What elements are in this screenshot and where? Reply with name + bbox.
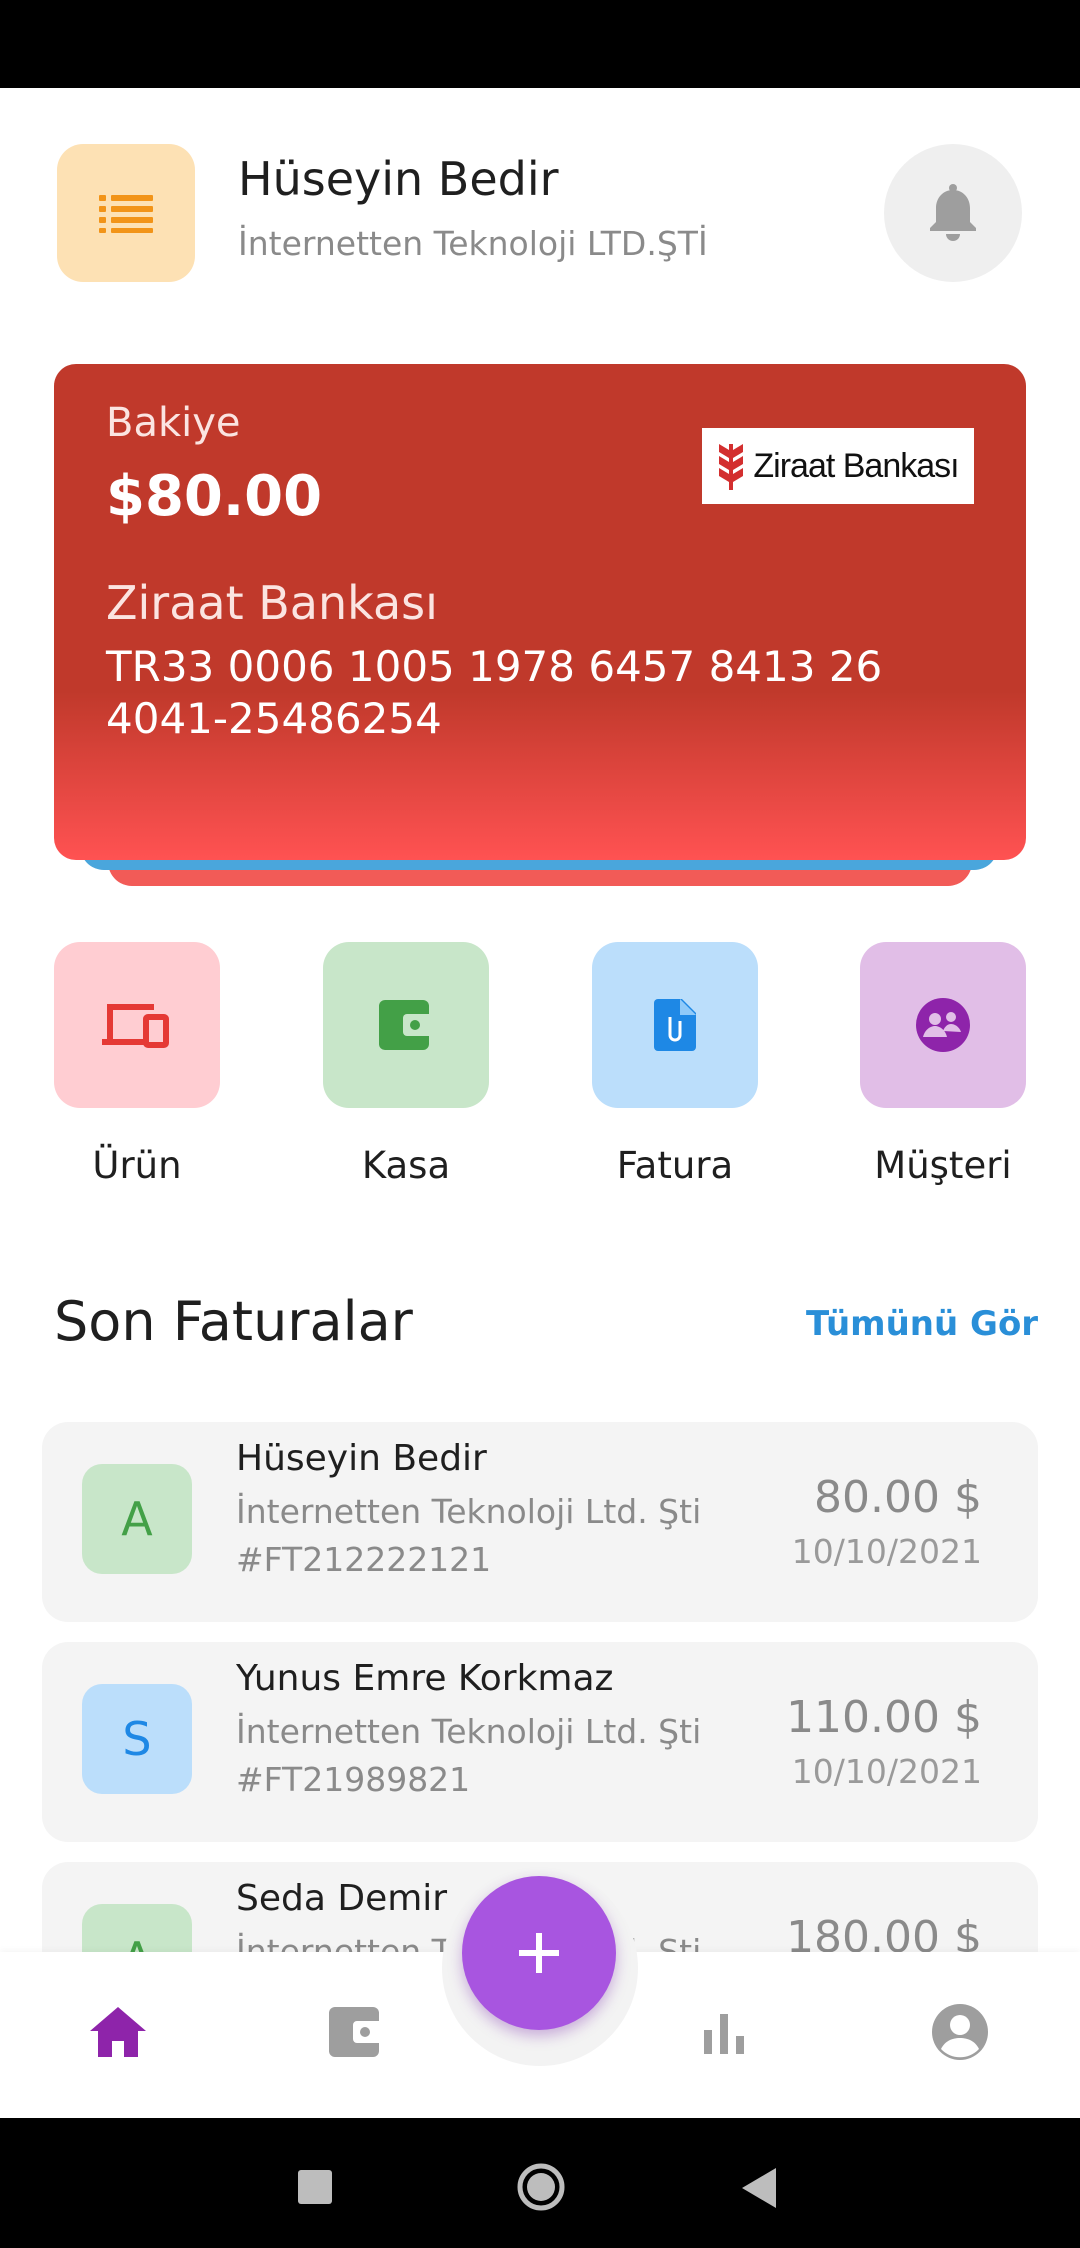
bank-logo: Ziraat Bankası [702, 428, 974, 504]
menu-button[interactable] [57, 144, 195, 282]
company-name: İnternetten Teknoloji LTD.ŞTİ [238, 224, 708, 263]
see-all-link[interactable]: Tümünü Gör [806, 1304, 1038, 1344]
section-title: Son Faturalar [54, 1290, 413, 1353]
balance-amount: $80.00 [106, 464, 323, 529]
invoice-company: İnternetten Teknoloji Ltd. Şti [236, 1492, 702, 1531]
status-bar [0, 0, 1080, 88]
balance-label: Bakiye [106, 400, 241, 446]
system-nav-bar [0, 2118, 1080, 2248]
invoice-row[interactable]: A Hüseyin Bedir İnternetten Teknoloji Lt… [42, 1422, 1038, 1622]
bar-chart-icon [704, 2014, 744, 2054]
add-button[interactable] [462, 1876, 616, 2030]
invoice-customer: Yunus Emre Korkmaz [236, 1658, 614, 1699]
bank-name: Ziraat Bankası [106, 576, 438, 630]
invoice-customer: Hüseyin Bedir [236, 1438, 487, 1479]
invoice-date: 10/10/2021 [791, 1532, 982, 1571]
invoice-amount: 80.00 $ [814, 1472, 982, 1523]
notifications-button[interactable] [884, 144, 1022, 282]
invoice-amount: 110.00 $ [786, 1692, 982, 1743]
user-name: Hüseyin Bedir [238, 152, 559, 206]
iban: TR33 0006 1005 1978 6457 8413 26 [106, 642, 883, 691]
invoice-action-button[interactable] [592, 942, 758, 1108]
invoice-id: #FT21989821 [236, 1760, 471, 1799]
nav-wallet[interactable] [326, 2002, 386, 2062]
customer-action-button[interactable] [860, 942, 1026, 1108]
circle-icon[interactable] [516, 2162, 566, 2212]
product-action-label: Ürün [92, 1144, 182, 1187]
plus-icon [519, 1933, 559, 1973]
avatar: A [82, 1464, 192, 1574]
invoice-id: #FT212222121 [236, 1540, 492, 1579]
invoice-company: İnternetten Teknoloji Ltd. Şti [236, 1712, 702, 1751]
square-icon[interactable] [298, 2170, 332, 2204]
group-icon [916, 998, 970, 1052]
nav-home[interactable] [88, 2002, 148, 2062]
invoice-date: 10/10/2021 [791, 1752, 982, 1791]
devices-icon [102, 1004, 169, 1048]
avatar: A [82, 1904, 192, 1952]
cash-action-label: Kasa [361, 1144, 451, 1187]
nav-profile[interactable] [930, 2002, 990, 2062]
avatar: S [82, 1684, 192, 1794]
customer-action-label: Müşteri [874, 1144, 1012, 1187]
invoice-customer: Seda Demir [236, 1878, 448, 1919]
invoice-row[interactable]: S Yunus Emre Korkmaz İnternetten Teknolo… [42, 1642, 1038, 1842]
nav-statistics[interactable] [694, 2002, 754, 2062]
product-action-button[interactable] [54, 942, 220, 1108]
list-icon [99, 195, 153, 233]
invoice-action-label: Fatura [616, 1144, 734, 1187]
file-icon [654, 999, 696, 1051]
account-icon [932, 2004, 988, 2060]
back-triangle-icon[interactable] [742, 2168, 778, 2208]
bank-logo-text: Ziraat Bankası [753, 446, 959, 485]
bell-icon [930, 184, 976, 241]
invoice-amount: 180.00 $ [786, 1912, 982, 1952]
wallet-icon [329, 2007, 383, 2057]
account-number: 4041-25486254 [106, 694, 442, 743]
cash-action-button[interactable] [323, 942, 489, 1108]
wallet-icon [379, 1000, 433, 1050]
home-icon [90, 2007, 146, 2057]
wheat-icon [719, 444, 744, 490]
